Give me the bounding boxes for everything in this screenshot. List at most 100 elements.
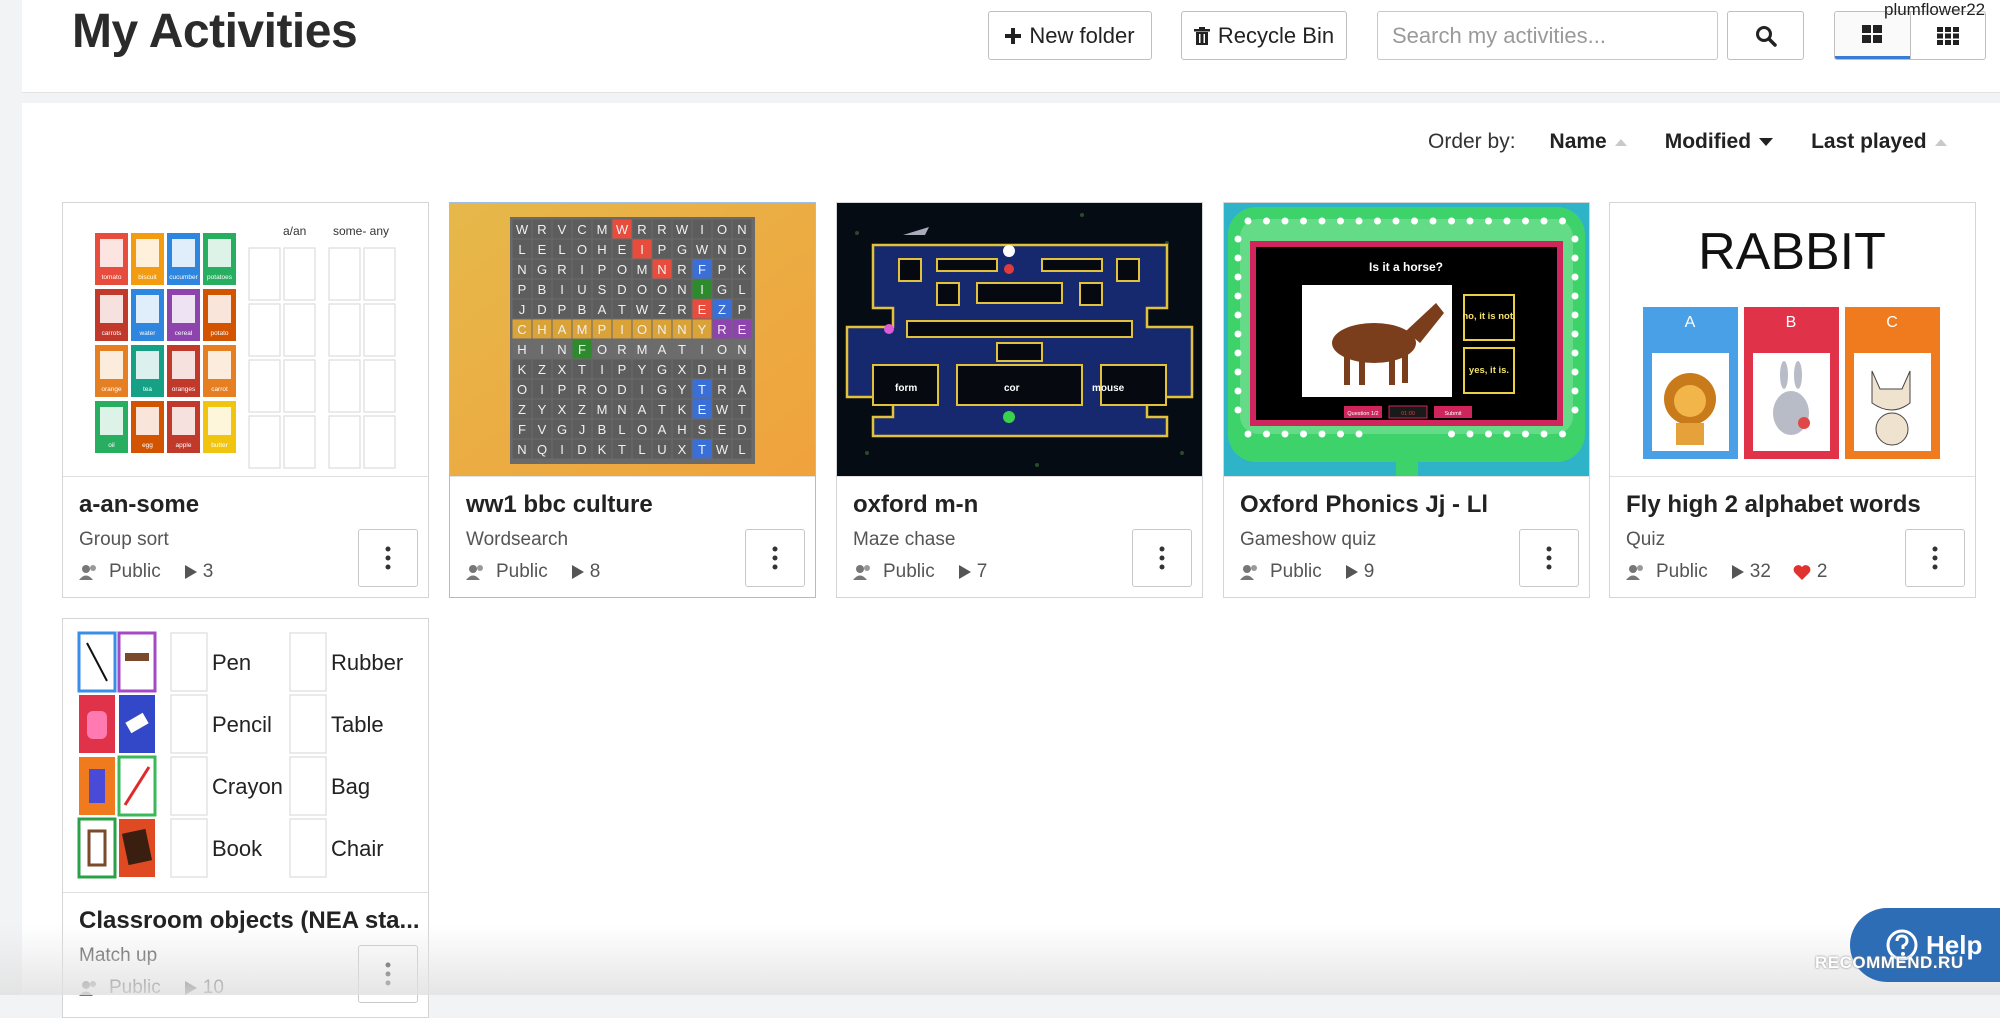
sort-down-icon (1759, 138, 1774, 146)
quiz-answer: no, it is not. (1462, 311, 1515, 322)
username[interactable]: plumflower22 (1884, 0, 1985, 20)
activity-title[interactable]: Fly high 2 alphabet words (1626, 491, 1921, 519)
wordsearch-letter: O (577, 242, 587, 257)
marquee-bulb (1234, 235, 1242, 243)
activity-thumbnail[interactable]: Pen Pencil Crayon Book Rubber Table Bag … (63, 619, 428, 893)
more-options-button[interactable] (1905, 529, 1965, 587)
marquee-bulb (1392, 217, 1400, 225)
user-icon (853, 565, 870, 580)
order-by-name[interactable]: Name (1550, 130, 1627, 154)
wordsearch-letter: I (700, 222, 704, 237)
activity-type: Quiz (1626, 529, 1666, 550)
activity-thumbnail[interactable]: WRVCMWRRWIONLELOHEIPGWNDNGRIPOMNRFPKPBIU… (450, 203, 815, 477)
more-options-button[interactable] (358, 945, 418, 1003)
activity-thumbnail[interactable]: form cor mouse (837, 203, 1202, 477)
sort-tile-label: tea (143, 386, 152, 393)
wordsearch-letter: G (677, 242, 687, 257)
wordsearch-letter: T (618, 442, 626, 457)
more-options-button[interactable] (1519, 529, 1579, 587)
search-input[interactable] (1377, 11, 1718, 60)
group-header: a/an (283, 224, 306, 238)
sort-tile-picture (208, 351, 231, 379)
activity-title[interactable]: Classroom objects (NEA sta... (79, 907, 419, 935)
wordsearch-letter: K (598, 442, 607, 457)
activity-card[interactable]: Is it a horse? no, it is not. yes, it is… (1223, 202, 1590, 598)
wordsearch-letter: L (618, 422, 625, 437)
wordsearch-letter: R (677, 262, 686, 277)
activity-card[interactable]: Pen Pencil Crayon Book Rubber Table Bag … (62, 618, 429, 1018)
marquee-bulb (1466, 217, 1474, 225)
activity-title[interactable]: a-an-some (79, 491, 199, 519)
sort-tile-picture (136, 239, 159, 267)
wordsearch-letter: X (678, 362, 687, 377)
more-options-button[interactable] (1132, 529, 1192, 587)
marquee-bulb (1234, 330, 1242, 338)
wordsearch-letter: O (517, 382, 527, 397)
wordsearch-letter: T (618, 302, 626, 317)
marquee-bulb (1234, 368, 1242, 376)
marquee-bulb (1540, 430, 1548, 438)
wordsearch-letter: R (637, 222, 646, 237)
sort-tile-picture (100, 351, 123, 379)
sort-tile-picture (208, 407, 231, 435)
wordsearch-letter: H (517, 342, 526, 357)
recycle-bin-button[interactable]: Recycle Bin (1181, 11, 1347, 60)
sort-tile-label: tomato (102, 274, 122, 281)
wordsearch-letter: O (617, 262, 627, 277)
wordsearch-letter: R (557, 262, 566, 277)
wordsearch-letter: W (636, 302, 649, 317)
wordsearch-letter: D (617, 382, 626, 397)
marquee-bulb (1448, 430, 1455, 438)
maze-answer-label: mouse (1092, 383, 1125, 394)
wordsearch-letter: D (737, 242, 746, 257)
like-count: 2 (1816, 561, 1828, 582)
activity-card[interactable]: WRVCMWRRWIONLELOHEIPGWNDNGRIPOMNRFPKPBIU… (449, 202, 816, 598)
play-count: 10 (202, 977, 224, 998)
vertical-dots-icon (385, 962, 391, 986)
activity-meta: Public 9 (1240, 561, 1374, 583)
wordsearch-letter: Y (678, 382, 687, 397)
sort-tile-label: cucumber (169, 274, 198, 281)
activity-card[interactable]: form cor mouse oxford m-n Maze chase Pub… (836, 202, 1203, 598)
wordsearch-letter: O (717, 342, 727, 357)
marquee-bulb (1411, 217, 1418, 225)
activity-thumbnail[interactable]: RABBIT A B C (1610, 203, 1975, 477)
activity-meta: Public 10 (79, 977, 224, 999)
wordsearch-letter: X (558, 402, 567, 417)
sort-tile-label: carrot (211, 386, 228, 393)
marquee-bulb (1374, 217, 1381, 225)
activity-card[interactable]: tomato biscuit cucumber potatoes carrots wate… (62, 202, 429, 598)
activity-title[interactable]: Oxford Phonics Jj - Ll (1240, 491, 1488, 519)
wordsearch-letter: N (677, 322, 686, 337)
more-options-button[interactable] (745, 529, 805, 587)
activity-title[interactable]: ww1 bbc culture (466, 491, 653, 519)
more-options-button[interactable] (358, 529, 418, 587)
match-word: Rubber (331, 650, 403, 675)
grid-large-icon (1862, 25, 1883, 43)
wordsearch-letter: M (597, 402, 608, 417)
wordsearch-letter: D (617, 282, 626, 297)
sort-tile-picture (100, 295, 123, 323)
order-by-last-played[interactable]: Last played (1811, 130, 1947, 154)
wordsearch-letter: O (597, 342, 607, 357)
option-letter: C (1886, 314, 1898, 331)
sort-tile-label: oranges (172, 386, 196, 393)
play-icon (184, 565, 197, 579)
order-by-modified[interactable]: Modified (1665, 130, 1774, 154)
watermark: RECOMMEND.RU (1815, 953, 1964, 972)
marquee-bulb (1429, 217, 1437, 225)
activity-thumbnail[interactable]: tomato biscuit cucumber potatoes carrots wate… (63, 203, 428, 477)
marquee-bulb (1337, 430, 1344, 438)
search-button[interactable] (1727, 11, 1804, 60)
plus-icon (1005, 27, 1022, 44)
wordsearch-letter: P (598, 262, 607, 277)
activity-card[interactable]: RABBIT A B C Fly high 2 alphabet words Q… (1609, 202, 1976, 598)
wordsearch-letter: I (640, 382, 644, 397)
activity-title[interactable]: oxford m-n (853, 491, 978, 519)
recycle-bin-label: Recycle Bin (1217, 22, 1335, 48)
activity-thumbnail[interactable]: Is it a horse? no, it is not. yes, it is… (1224, 203, 1589, 477)
new-folder-button[interactable]: New folder (988, 11, 1152, 60)
play-count: 32 (1749, 561, 1771, 582)
wordsearch-letter: M (577, 322, 588, 337)
wordsearch-letter: R (717, 322, 726, 337)
